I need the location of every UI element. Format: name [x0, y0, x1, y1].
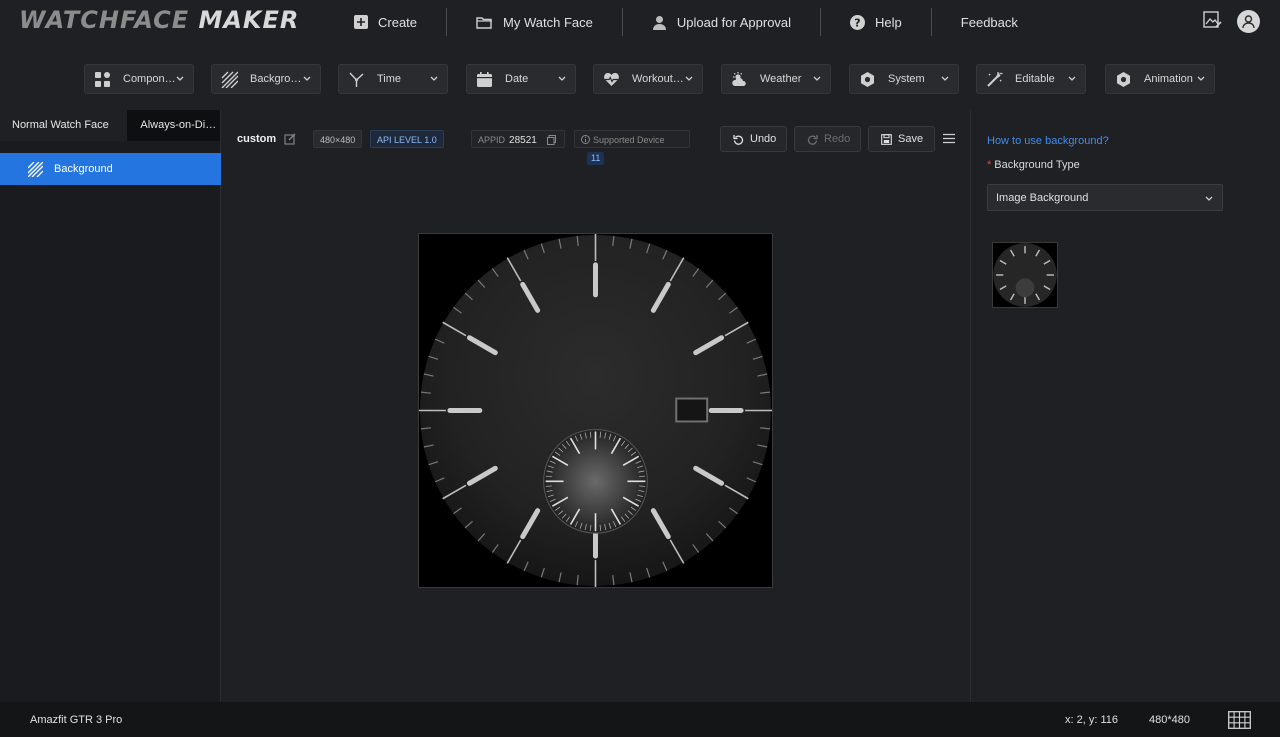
user-icon: [652, 15, 666, 30]
magic-wand-icon: [987, 72, 1003, 87]
required-asterisk: *: [987, 159, 992, 171]
save-button[interactable]: Save: [868, 126, 935, 152]
animation-dropdown[interactable]: Animation: [1105, 64, 1215, 94]
appid-chip: APPID 28521: [471, 130, 565, 148]
avatar-icon: [1242, 15, 1255, 28]
background-type-select[interactable]: Image Background: [987, 184, 1223, 211]
chevron-down-icon: [941, 76, 949, 81]
watch-dial-preview: [419, 234, 772, 587]
editor-area: custom 480×480 API LEVEL 1.0 APPID 28521 …: [222, 110, 970, 702]
face-mode-tabs: Normal Watch Face Always-on-Display: [0, 110, 220, 141]
nav-upload[interactable]: Upload for Approval: [623, 8, 822, 36]
properties-panel: How to use background? * Background Type …: [970, 110, 1280, 702]
user-avatar[interactable]: [1237, 10, 1260, 33]
components-icon: [95, 72, 110, 87]
undo-icon: [733, 134, 744, 145]
tab-normal-watch-face[interactable]: Normal Watch Face: [0, 110, 128, 141]
hatch-icon: [221, 71, 238, 88]
date-dropdown[interactable]: Date: [466, 64, 576, 94]
nav-my-watch-face[interactable]: My Watch Face: [447, 8, 623, 36]
hatch-icon: [28, 161, 43, 177]
calendar-icon: [477, 72, 492, 87]
api-level-chip: API LEVEL 1.0: [370, 130, 444, 148]
gear-icon: [861, 72, 874, 87]
chevron-down-icon: [430, 76, 438, 81]
grid-icon[interactable]: [1228, 711, 1251, 729]
chevron-down-icon: [813, 76, 821, 81]
watch-face-canvas[interactable]: [418, 233, 773, 588]
status-bar: Amazfit GTR 3 Pro x: 2, y: 116 480*480: [0, 702, 1280, 737]
folder-icon: [476, 16, 493, 29]
background-dropdown[interactable]: Background: [211, 64, 321, 94]
layer-item-background[interactable]: Background: [0, 153, 221, 185]
heart-pulse-icon: [604, 73, 619, 86]
app-logo[interactable]: WATCHFACE MAKER: [19, 6, 299, 34]
svg-text:?: ?: [854, 16, 860, 29]
chevron-down-icon: [176, 76, 184, 81]
time-dropdown[interactable]: Time: [338, 64, 448, 94]
image-edit-icon[interactable]: [1203, 11, 1222, 30]
chevron-down-icon: [558, 76, 566, 81]
chevron-down-icon: [685, 76, 693, 81]
thumbnail-dial-preview: [993, 243, 1057, 307]
nav-create[interactable]: Create: [325, 8, 448, 36]
top-bar: WATCHFACE MAKER Create My Watch Face Upl…: [0, 0, 1280, 46]
menu-icon[interactable]: [943, 133, 955, 144]
cursor-coordinates: x: 2, y: 116: [1065, 714, 1118, 726]
chevron-down-icon: [303, 76, 311, 81]
resolution-chip: 480×480: [313, 130, 363, 148]
project-title[interactable]: custom: [237, 133, 276, 145]
edit-icon[interactable]: [284, 133, 296, 145]
chevron-down-icon: [1197, 76, 1205, 81]
nav-help[interactable]: ? Help: [821, 8, 932, 36]
system-dropdown[interactable]: System: [849, 64, 959, 94]
editable-dropdown[interactable]: Editable: [976, 64, 1086, 94]
weather-dropdown[interactable]: Weather: [721, 64, 831, 94]
device-count-badge: 11: [587, 152, 605, 165]
redo-button[interactable]: Redo: [794, 126, 861, 152]
save-icon: [881, 133, 892, 145]
canvas-size: 480*480: [1149, 714, 1190, 726]
main-nav: Create My Watch Face Upload for Approval…: [325, 8, 1047, 36]
redo-icon: [807, 134, 818, 145]
device-name[interactable]: Amazfit GTR 3 Pro: [30, 714, 122, 726]
tab-always-on-display[interactable]: Always-on-Display: [127, 110, 220, 141]
background-type-label: * Background Type: [987, 159, 1080, 171]
clock-hands-icon: [349, 72, 364, 87]
question-circle-icon: ?: [850, 14, 866, 30]
supported-device-chip[interactable]: Supported Device11: [574, 130, 690, 165]
chevron-down-icon: [1068, 76, 1076, 81]
components-dropdown[interactable]: Components: [84, 64, 194, 94]
background-help-link[interactable]: How to use background?: [987, 135, 1109, 147]
chevron-down-icon: [1205, 196, 1213, 201]
undo-button[interactable]: Undo: [720, 126, 787, 152]
copy-icon[interactable]: [547, 135, 556, 145]
plus-square-icon: [354, 15, 368, 29]
animation-hexagon-icon: [1117, 72, 1130, 87]
component-toolbar: Components Background Time Date Workout …: [0, 46, 1280, 110]
layers-panel: Normal Watch Face Always-on-Display Back…: [0, 110, 221, 702]
weather-sun-cloud-icon: [732, 72, 746, 86]
workout-dropdown[interactable]: Workout Data: [593, 64, 703, 94]
info-circle-icon: [581, 135, 590, 144]
nav-feedback[interactable]: Feedback: [932, 8, 1047, 36]
background-image-thumbnail[interactable]: [992, 242, 1058, 308]
